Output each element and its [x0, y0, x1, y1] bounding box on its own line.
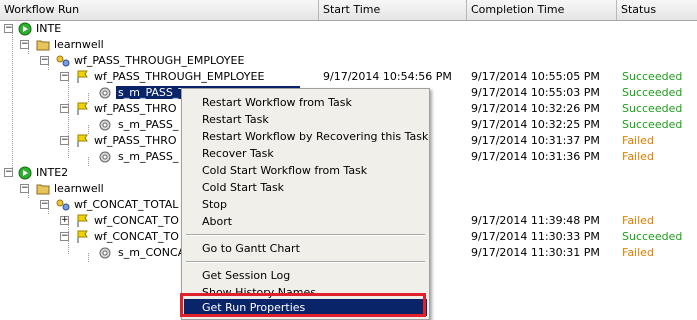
highlight-annotation-box — [180, 293, 426, 317]
tree-row[interactable]: − wf_PASS_THROUGH_EMPLOYEE 9/17/2014 10:… — [0, 69, 697, 85]
menu-item-get-session-log[interactable]: Get Session Log — [184, 267, 427, 284]
column-workflow-run[interactable]: Workflow Run — [0, 0, 319, 20]
collapse-toggle[interactable]: − — [60, 232, 69, 241]
flag-icon — [77, 134, 88, 147]
collapse-toggle[interactable]: − — [40, 56, 49, 65]
session-gear-icon — [99, 151, 111, 163]
status-succeeded: Succeeded — [622, 70, 683, 83]
service-run-icon — [18, 22, 32, 36]
column-start-time[interactable]: Start Time — [319, 0, 467, 20]
collapse-toggle[interactable]: − — [20, 184, 29, 193]
completion-time: 9/17/2014 10:31:36 PM — [471, 150, 600, 163]
flag-icon — [77, 70, 88, 83]
status-succeeded: Succeeded — [622, 230, 683, 243]
tree-row[interactable]: − INTE — [0, 21, 697, 37]
completion-time: 9/17/2014 11:39:48 PM — [471, 214, 600, 227]
tree-node-label: wf_CONCAT_TO — [94, 214, 179, 227]
menu-item-cold-start-workflow-from-task[interactable]: Cold Start Workflow from Task — [184, 162, 427, 179]
tree-node-label: learnwell — [54, 182, 104, 195]
expand-toggle[interactable]: + — [60, 216, 69, 225]
menu-item-abort[interactable]: Abort — [184, 213, 427, 230]
session-gear-icon — [99, 119, 111, 131]
menu-item-cold-start-task[interactable]: Cold Start Task — [184, 179, 427, 196]
tree-node-label: wf_CONCAT_TO — [94, 230, 179, 243]
completion-time: 9/17/2014 10:55:05 PM — [471, 70, 600, 83]
tree-row[interactable]: − wf_PASS_THROUGH_EMPLOYEE — [0, 53, 697, 69]
tree-node-label: wf_CONCAT_TOTAL — [74, 198, 179, 211]
tree-node-label: wf_PASS_THRO — [94, 134, 177, 147]
tree-row[interactable]: − learnwell — [0, 37, 697, 53]
workflow-icon — [56, 55, 70, 67]
start-time: 9/17/2014 10:54:56 PM — [323, 70, 452, 83]
column-completion-time[interactable]: Completion Time — [467, 0, 617, 20]
menu-separator — [186, 234, 425, 236]
collapse-toggle[interactable]: − — [4, 24, 13, 33]
tree-node-label: INTE2 — [36, 166, 69, 179]
status-failed: Failed — [622, 150, 654, 163]
menu-item-recover-task[interactable]: Recover Task — [184, 145, 427, 162]
flag-icon — [77, 230, 88, 243]
collapse-toggle[interactable]: − — [60, 136, 69, 145]
completion-time: 9/17/2014 11:30:33 PM — [471, 230, 600, 243]
context-menu: Restart Workflow from Task Restart Task … — [181, 88, 430, 320]
column-header: Workflow Run Start Time Completion Time … — [0, 0, 697, 21]
status-failed: Failed — [622, 134, 654, 147]
tree-node-label: wf_PASS_THROUGH_EMPLOYEE — [94, 70, 265, 83]
status-failed: Failed — [622, 214, 654, 227]
folder-icon — [36, 40, 50, 51]
menu-item-go-to-gantt-chart[interactable]: Go to Gantt Chart — [184, 240, 427, 257]
completion-time: 9/17/2014 10:32:26 PM — [471, 102, 600, 115]
completion-time: 9/17/2014 10:31:37 PM — [471, 134, 600, 147]
status-succeeded: Succeeded — [622, 102, 683, 115]
folder-icon — [36, 184, 50, 195]
column-status[interactable]: Status — [617, 0, 697, 20]
tree-node-label: wf_PASS_THRO — [94, 102, 177, 115]
status-succeeded: Succeeded — [622, 86, 683, 99]
collapse-toggle[interactable]: − — [4, 168, 13, 177]
workflow-icon — [56, 199, 70, 211]
collapse-toggle[interactable]: − — [40, 200, 49, 209]
menu-separator — [186, 261, 425, 263]
completion-time: 9/17/2014 11:30:31 PM — [471, 246, 600, 259]
tree-node-label: learnwell — [54, 38, 104, 51]
tree-node-label: s_m_PASS_ — [118, 118, 179, 131]
collapse-toggle[interactable]: − — [20, 40, 29, 49]
tree-node-label: s_m_PASS_ — [118, 150, 179, 163]
completion-time: 9/17/2014 10:55:03 PM — [471, 86, 600, 99]
session-gear-icon — [99, 87, 111, 99]
menu-item-restart-workflow-from-task[interactable]: Restart Workflow from Task — [184, 94, 427, 111]
service-run-icon — [18, 166, 32, 180]
menu-item-restart-task[interactable]: Restart Task — [184, 111, 427, 128]
tree-node-label: s_m_CONCA — [118, 246, 186, 259]
session-gear-icon — [99, 247, 111, 259]
menu-item-restart-workflow-by-recovering[interactable]: Restart Workflow by Recovering this Task — [184, 128, 428, 145]
status-failed: Failed — [622, 246, 654, 259]
collapse-toggle[interactable]: − — [60, 104, 69, 113]
collapse-toggle[interactable]: − — [60, 72, 69, 81]
tree-node-label: wf_PASS_THROUGH_EMPLOYEE — [74, 54, 245, 67]
tree-node-label: INTE — [36, 22, 62, 35]
flag-icon — [77, 102, 88, 115]
status-succeeded: Succeeded — [622, 118, 683, 131]
completion-time: 9/17/2014 10:32:25 PM — [471, 118, 600, 131]
menu-item-stop[interactable]: Stop — [184, 196, 427, 213]
flag-icon — [77, 214, 88, 227]
